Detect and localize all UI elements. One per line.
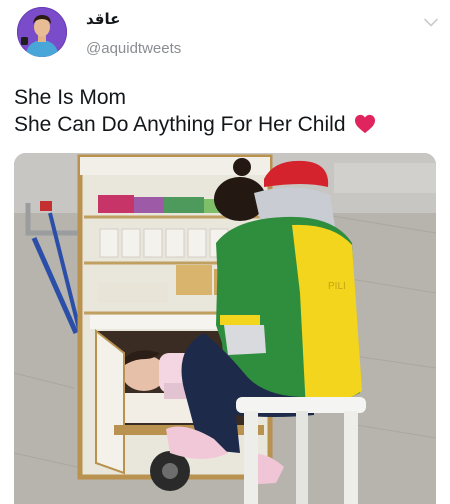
user-handle[interactable]: @aquidtweets <box>86 40 181 57</box>
tweet-text-line: She Is Mom <box>14 86 127 109</box>
tweet-text-line: She Can Do Anything For Her Child <box>14 111 434 138</box>
svg-text:PILI: PILI <box>328 281 346 292</box>
tweet-text: She Is Mom She Can Do Anything For Her C… <box>14 84 434 138</box>
avatar-image <box>17 7 67 57</box>
tweet-text-line-content: She Can Do Anything For Her Child <box>14 113 346 136</box>
red-heart-icon <box>354 114 375 134</box>
photo-image: PILI <box>14 153 436 504</box>
avatar[interactable] <box>17 7 67 57</box>
chevron-down-icon[interactable] <box>421 12 441 32</box>
tweet-photo[interactable]: PILI <box>14 153 436 504</box>
display-name[interactable]: عاقد <box>86 10 120 28</box>
tweet-card: عاقد @aquidtweets She Is Mom She Can Do … <box>0 0 450 504</box>
